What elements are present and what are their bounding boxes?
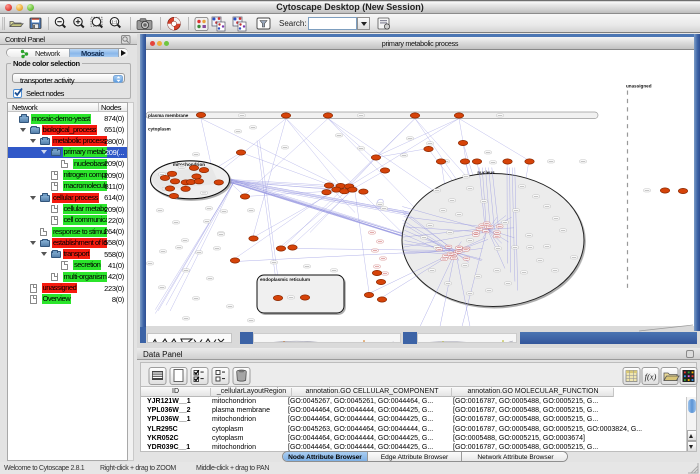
svg-text:1:1: 1:1 bbox=[111, 20, 118, 25]
svg-text:cytoplasm: cytoplasm bbox=[148, 127, 171, 132]
svg-text:mitochondrion: mitochondrion bbox=[173, 162, 205, 167]
svg-text:endoplasmic reticulum: endoplasmic reticulum bbox=[260, 277, 310, 282]
svg-text:f(x): f(x) bbox=[645, 372, 657, 382]
svg-text:unassigned: unassigned bbox=[626, 84, 652, 89]
svg-text:plasma membrane: plasma membrane bbox=[148, 113, 189, 118]
